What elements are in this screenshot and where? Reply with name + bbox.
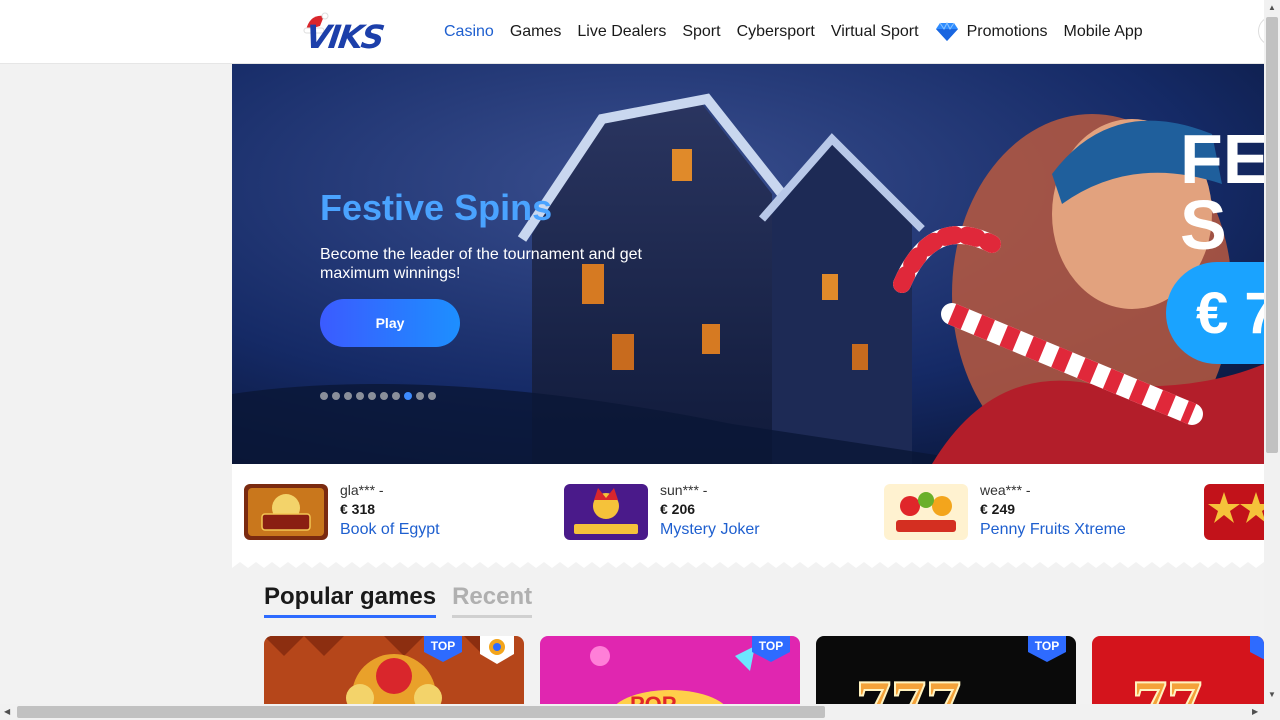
carousel-dot[interactable] xyxy=(344,392,352,400)
main-nav: Casino Games Live Dealers Sport Cyberspo… xyxy=(444,0,1159,64)
top-badge xyxy=(1250,636,1264,662)
winner-username: wea*** - xyxy=(980,482,1031,498)
carousel-dot[interactable] xyxy=(368,392,376,400)
top-badge: TOP xyxy=(1028,636,1066,662)
carousel-dot[interactable] xyxy=(332,392,340,400)
nav-promotions[interactable]: Promotions xyxy=(935,22,1048,42)
carousel-dot[interactable] xyxy=(428,392,436,400)
provider-icon xyxy=(480,636,514,664)
carousel-dots xyxy=(320,392,440,400)
play-button[interactable]: Play xyxy=(320,299,460,347)
site-header: VIKS Casino Games Live Dealers Sport Cyb… xyxy=(0,0,1280,64)
winner-amount: € 249 xyxy=(980,501,1016,517)
carousel-dot[interactable] xyxy=(380,392,388,400)
winner-game-link[interactable]: Book of Egypt xyxy=(340,521,440,539)
nav-casino[interactable]: Casino xyxy=(444,23,494,41)
carousel-dot[interactable] xyxy=(416,392,424,400)
nav-games[interactable]: Games xyxy=(510,23,562,41)
winner-game-link[interactable]: Mystery Joker xyxy=(660,521,760,539)
scroll-up-icon[interactable]: ▲ xyxy=(1268,3,1276,12)
logo-text: VIKS xyxy=(303,18,386,56)
winner-game-link[interactable]: Penny Fruits Xtreme xyxy=(980,521,1126,539)
promo-amount-badge: € 7 xyxy=(1166,262,1264,364)
brand-logo[interactable]: VIKS xyxy=(302,10,394,56)
tab-popular-games[interactable]: Popular games xyxy=(264,583,437,618)
carousel-dot-active[interactable] xyxy=(404,392,412,400)
hero-banner[interactable]: Festive Spins Become the leader of the t… xyxy=(232,64,1264,464)
games-tabs: Popular games Recent xyxy=(264,583,548,618)
promo-amount: € 7 xyxy=(1196,281,1264,346)
top-badge-label: TOP xyxy=(758,639,784,653)
top-badge-label: TOP xyxy=(1034,639,1060,653)
scroll-down-icon[interactable]: ▼ xyxy=(1268,690,1276,699)
nav-cybersport[interactable]: Cybersport xyxy=(737,23,815,41)
game-thumbnail[interactable] xyxy=(244,484,328,540)
top-badge-label: TOP xyxy=(430,639,456,653)
banner-description: Become the leader of the tournament and … xyxy=(320,246,642,282)
banner-title: Festive Spins xyxy=(320,187,553,228)
promo-headline: FE S xyxy=(1180,120,1264,264)
game-thumbnail[interactable] xyxy=(1204,484,1264,540)
recent-winners: gla*** - € 318 Book of Egypt sun*** - € … xyxy=(232,464,1264,562)
top-badge: TOP xyxy=(424,636,462,662)
carousel-dot[interactable] xyxy=(392,392,400,400)
horizontal-scroll-thumb[interactable] xyxy=(17,706,825,718)
diamond-icon xyxy=(935,22,958,41)
nav-sport[interactable]: Sport xyxy=(682,23,720,41)
section-divider xyxy=(232,558,1264,568)
scroll-left-icon[interactable]: ◀ xyxy=(4,707,10,716)
nav-promotions-label: Promotions xyxy=(966,23,1048,40)
tab-recent[interactable]: Recent xyxy=(452,583,533,618)
winner-amount: € 318 xyxy=(340,501,376,517)
vertical-scroll-thumb[interactable] xyxy=(1266,17,1278,453)
game-thumbnail[interactable] xyxy=(564,484,648,540)
nav-virtual-sport[interactable]: Virtual Sport xyxy=(831,23,919,41)
nav-mobile-app[interactable]: Mobile App xyxy=(1064,23,1143,41)
carousel-dot[interactable] xyxy=(320,392,328,400)
carousel-dot[interactable] xyxy=(356,392,364,400)
horizontal-scrollbar[interactable]: ◀ ▶ xyxy=(0,704,1280,720)
nav-live-dealers[interactable]: Live Dealers xyxy=(577,23,666,41)
game-thumbnail[interactable] xyxy=(884,484,968,540)
vertical-scrollbar[interactable]: ▲ ▼ xyxy=(1264,0,1280,704)
scroll-right-icon[interactable]: ▶ xyxy=(1252,707,1258,716)
winner-amount: € 206 xyxy=(660,501,696,517)
winner-username: sun*** - xyxy=(660,482,708,498)
winner-username: gla*** - xyxy=(340,482,384,498)
top-badge: TOP xyxy=(752,636,790,662)
